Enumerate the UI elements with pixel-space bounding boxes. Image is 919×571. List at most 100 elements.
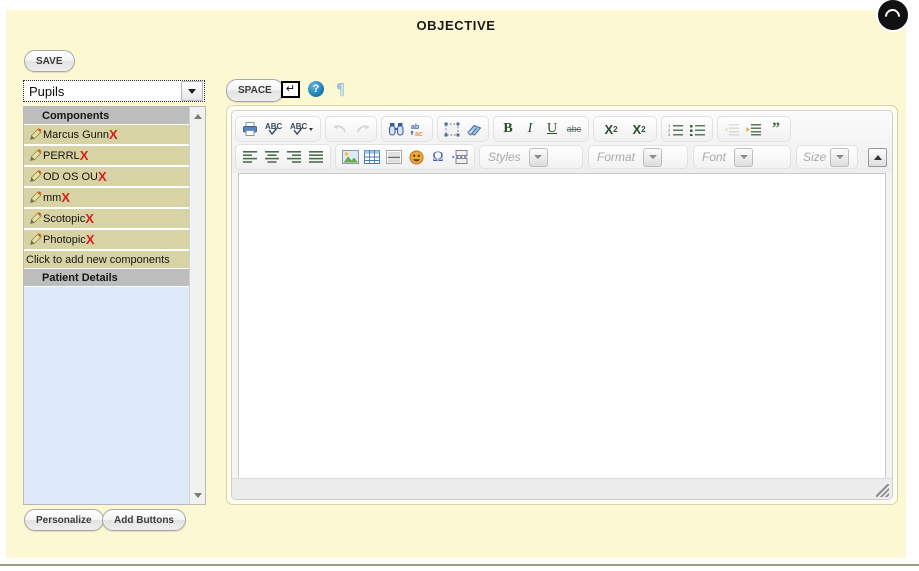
edit-pencil-icon[interactable]	[28, 169, 42, 184]
add-new-component-row[interactable]: Click to add new components	[24, 251, 190, 269]
component-row-mm[interactable]: mm X	[24, 188, 190, 209]
insert-table-icon[interactable]	[361, 146, 383, 168]
size-combo-label: Size	[803, 150, 827, 164]
space-button[interactable]: SPACE	[226, 79, 284, 102]
svg-text:ABC: ABC	[290, 122, 308, 131]
edit-pencil-icon[interactable]	[28, 190, 42, 205]
undo-icon[interactable]	[329, 118, 351, 140]
outdent-icon[interactable]	[721, 118, 743, 140]
superscript-icon[interactable]: X2	[625, 118, 653, 140]
save-button[interactable]: SAVE	[24, 50, 75, 72]
special-character-icon[interactable]: Ω	[427, 146, 449, 168]
edit-pencil-icon[interactable]	[28, 148, 42, 163]
page-break-icon[interactable]	[449, 146, 471, 168]
indent-icon[interactable]	[743, 118, 765, 140]
component-label: Marcus Gunn	[43, 128, 110, 141]
bold-icon[interactable]: B	[497, 118, 519, 140]
remove-format-icon[interactable]	[463, 118, 485, 140]
page-canvas: OBJECTIVE SAVE Pupils Components Marcus …	[6, 0, 910, 558]
format-combo[interactable]: Format	[588, 145, 688, 169]
delete-component-icon[interactable]: X	[98, 170, 107, 183]
editor-content-area[interactable]	[238, 173, 886, 478]
blockquote-icon[interactable]: ”	[765, 118, 787, 140]
add-buttons-button[interactable]: Add Buttons	[102, 509, 186, 531]
collapse-toolbar-button[interactable]	[868, 147, 887, 167]
redo-icon[interactable]	[351, 118, 373, 140]
align-right-icon[interactable]	[283, 146, 305, 168]
components-scrollbar[interactable]	[189, 107, 205, 504]
spell-check-menu-icon[interactable]: ABC	[289, 118, 317, 140]
enter-key-icon[interactable]: ↵	[281, 81, 300, 98]
print-icon[interactable]	[239, 118, 261, 140]
chevron-down-icon[interactable]	[528, 147, 548, 167]
styles-combo-label: Styles	[488, 150, 521, 164]
svg-text:ac: ac	[415, 131, 423, 137]
component-row-od-os-ou[interactable]: OD OS OU X	[24, 167, 190, 188]
edit-pencil-icon[interactable]	[28, 127, 42, 142]
scroll-down-icon[interactable]	[190, 487, 205, 503]
chevron-down-icon[interactable]	[734, 147, 754, 167]
delete-component-icon[interactable]: X	[109, 128, 118, 141]
font-combo-label: Font	[702, 150, 727, 164]
pilcrow-icon[interactable]: ¶	[336, 79, 345, 99]
editor-frame: ABC ABC ab ac B I U abc X 2 X 2 1 2 3 ” …	[231, 110, 893, 500]
delete-component-icon[interactable]: X	[61, 191, 70, 204]
editor-toolbar: ABC ABC ab ac B I U abc X 2 X 2 1 2 3 ” …	[232, 111, 892, 173]
component-label: mm	[43, 191, 62, 204]
page-bottom-divider	[0, 564, 919, 566]
resize-handle[interactable]	[876, 484, 889, 497]
components-panel: Components Marcus Gunn X PERRL X OD OS O…	[23, 106, 206, 505]
component-label: PERRL	[43, 149, 80, 162]
italic-icon[interactable]: I	[519, 118, 541, 140]
bulleted-list-icon[interactable]	[687, 118, 709, 140]
smiley-icon[interactable]	[405, 146, 427, 168]
subscript-icon[interactable]: X2	[597, 118, 625, 140]
edit-pencil-icon[interactable]	[28, 211, 42, 226]
chevron-down-icon[interactable]	[830, 147, 850, 167]
toolbar-group-align	[235, 144, 331, 170]
spell-check-icon[interactable]: ABC	[261, 118, 289, 140]
horizontal-rule-icon[interactable]	[383, 146, 405, 168]
align-left-icon[interactable]	[239, 146, 261, 168]
help-icon[interactable]: ?	[308, 81, 324, 97]
edit-pencil-icon[interactable]	[28, 232, 42, 247]
personalize-button[interactable]: Personalize	[24, 509, 104, 531]
format-combo-label: Format	[597, 150, 636, 164]
styles-combo[interactable]: Styles	[479, 145, 583, 169]
document-section-select[interactable]: Pupils	[23, 80, 205, 102]
toolbar-group-find: ab ac	[381, 116, 433, 142]
chevron-down-icon[interactable]	[643, 147, 663, 167]
strikethrough-icon[interactable]: abc	[563, 118, 585, 140]
select-all-icon[interactable]	[441, 118, 463, 140]
component-row-scotopic[interactable]: Scotopic X	[24, 209, 190, 230]
toolbar-group-document: ABC ABC	[235, 116, 321, 142]
svg-text:3: 3	[668, 132, 671, 136]
chevron-down-icon[interactable]	[181, 81, 203, 101]
components-header: Components	[24, 107, 190, 125]
delete-component-icon[interactable]: X	[85, 212, 94, 225]
component-row-perrl[interactable]: PERRL X	[24, 146, 190, 167]
component-label: Scotopic	[43, 212, 86, 225]
font-combo[interactable]: Font	[693, 145, 791, 169]
align-center-icon[interactable]	[261, 146, 283, 168]
delete-component-icon[interactable]: X	[86, 233, 95, 246]
insert-image-icon[interactable]	[339, 146, 361, 168]
scroll-up-icon[interactable]	[190, 108, 205, 124]
toolbar-group-basic-styles: B I U abc	[493, 116, 589, 142]
component-row-photopic[interactable]: Photopic X	[24, 230, 190, 251]
patient-details-pane	[24, 287, 190, 504]
align-justify-icon[interactable]	[305, 146, 327, 168]
document-section-select-value: Pupils	[29, 83, 65, 99]
underline-icon[interactable]: U	[541, 118, 563, 140]
toolbar-group-selection	[437, 116, 489, 142]
find-icon[interactable]	[385, 118, 407, 140]
toolbar-group-indent: ”	[717, 116, 791, 142]
delete-component-icon[interactable]: X	[80, 149, 89, 162]
replace-icon[interactable]: ab ac	[407, 118, 429, 140]
page-title: OBJECTIVE	[416, 18, 496, 33]
svg-text:ABC: ABC	[265, 122, 283, 131]
component-row-marcus-gunn[interactable]: Marcus Gunn X	[24, 125, 190, 146]
patient-details-header: Patient Details	[24, 269, 190, 287]
numbered-list-icon[interactable]: 123	[665, 118, 687, 140]
size-combo[interactable]: Size	[796, 145, 858, 169]
